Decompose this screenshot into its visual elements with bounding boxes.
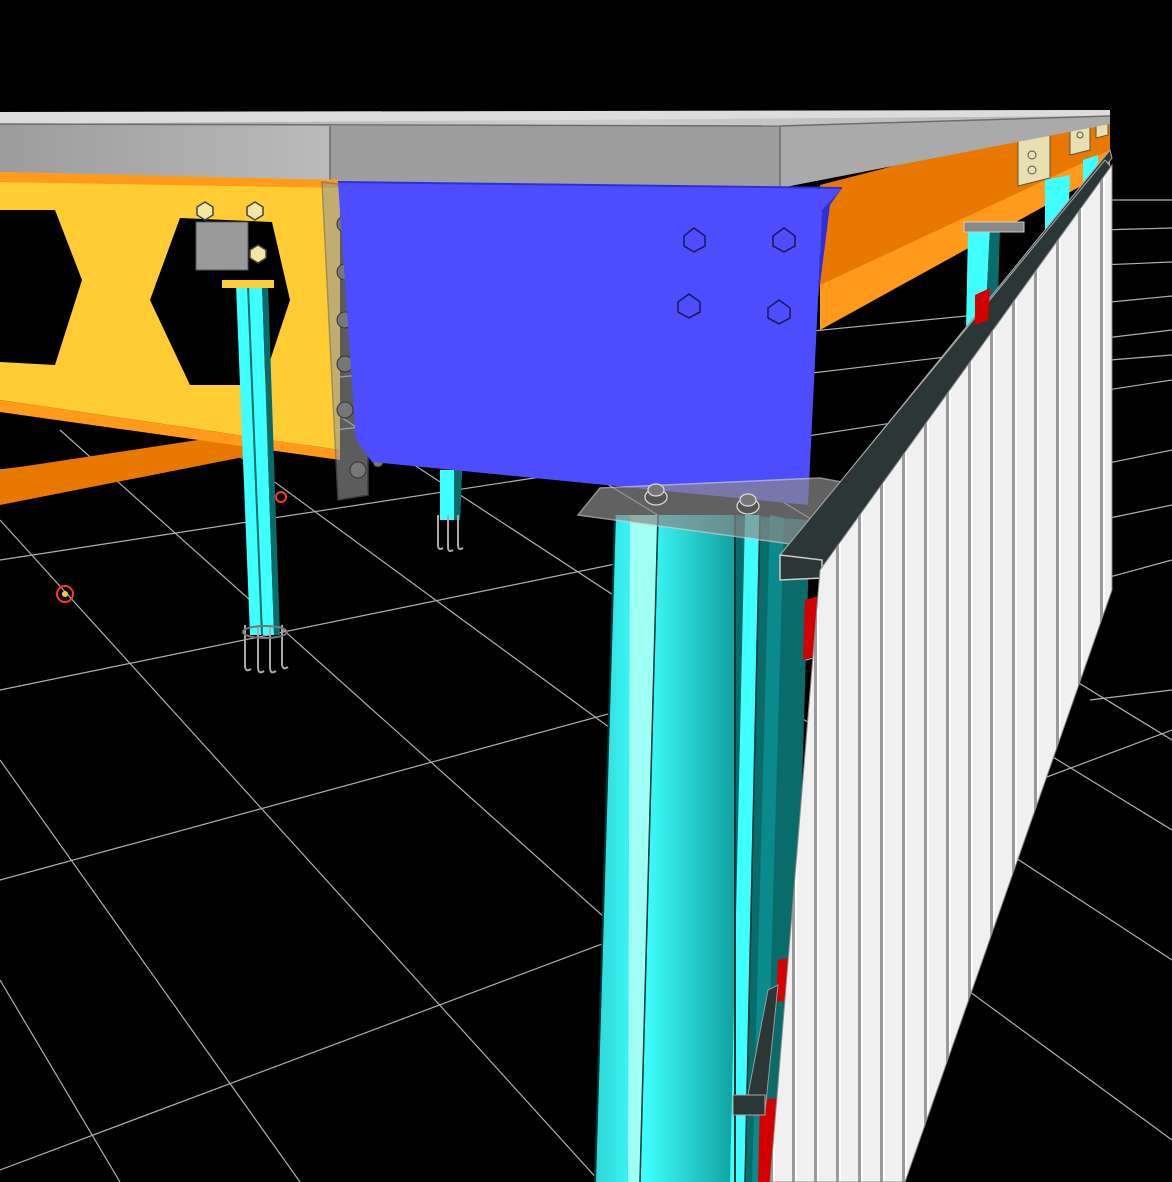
cellular-beam[interactable]: [0, 172, 340, 460]
beam-clip-angle: [195, 221, 249, 271]
end-plate[interactable]: [337, 181, 843, 505]
3d-model-viewport[interactable]: [0, 0, 1172, 1182]
structural-model-scene: [0, 110, 1172, 1182]
anchor-bolt-icon: [437, 515, 464, 552]
cap-plate: [222, 280, 274, 288]
grid-point-marker-icon: [56, 585, 74, 603]
grid-point-marker-icon: [275, 491, 287, 503]
